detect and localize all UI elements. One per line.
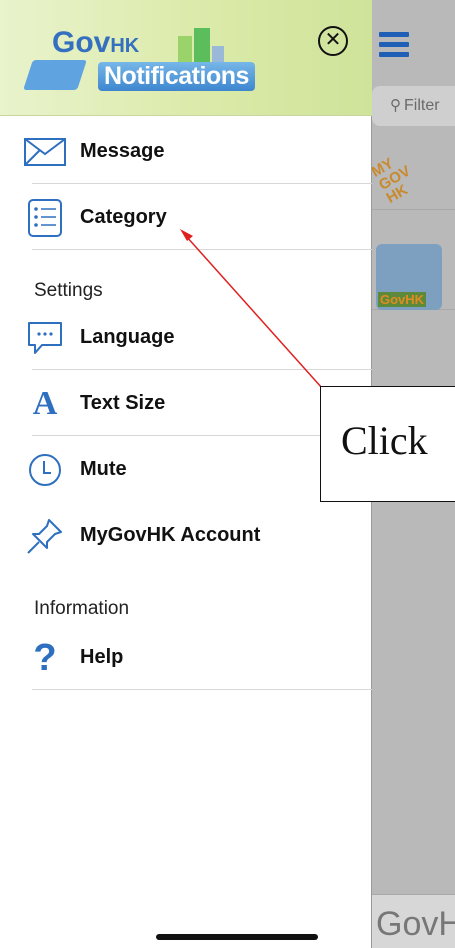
- search-icon: ⚲: [390, 97, 401, 114]
- hamburger-menu-icon[interactable]: [379, 32, 409, 57]
- menu-label-language: Language: [80, 326, 175, 348]
- help-question-icon: ?: [33, 636, 57, 679]
- menu-label-text-size: Text Size: [80, 392, 166, 414]
- envelope-icon: [24, 132, 66, 172]
- menu-item-mygovhk-account[interactable]: MyGovHK Account: [24, 502, 372, 568]
- annotation-callout: Click: [320, 386, 455, 502]
- menu-label-message: Message: [80, 140, 165, 162]
- text-size-icon: A: [32, 385, 58, 422]
- section-title-information: Information: [34, 598, 130, 619]
- divider: [32, 249, 372, 250]
- clock-icon: [24, 450, 66, 490]
- filter-search-input[interactable]: ⚲ Filter: [372, 86, 455, 126]
- menu-label-category: Category: [80, 206, 167, 228]
- list-item[interactable]: MY GOV HK: [369, 140, 455, 210]
- home-indicator: [156, 934, 318, 940]
- envelope-icon: [23, 60, 87, 90]
- logo-text: GovHK: [52, 26, 140, 59]
- pushpin-icon: [24, 516, 66, 556]
- section-title-settings: Settings: [34, 280, 103, 301]
- menu-item-message[interactable]: Message: [24, 118, 372, 184]
- drawer-header: GovHK Notifications ✕: [0, 0, 372, 116]
- govhk-notifications-logo: GovHK Notifications: [23, 26, 258, 104]
- list-icon: [24, 198, 66, 238]
- speech-bubble-icon: [24, 318, 66, 358]
- govhk-logo-icon: GovHK: [376, 244, 442, 310]
- bottom-banner: GovHK: [372, 894, 455, 948]
- list-item[interactable]: GovHK: [372, 240, 455, 310]
- logo-notifications-text: Notifications: [98, 62, 255, 91]
- navigation-drawer: GovHK Notifications ✕ Message Category S…: [0, 0, 372, 948]
- menu-item-language[interactable]: Language: [24, 304, 372, 370]
- menu-item-help[interactable]: ? Help: [24, 624, 372, 690]
- divider: [32, 689, 372, 690]
- menu-label-mute: Mute: [80, 458, 127, 480]
- annotation-text: Click: [341, 418, 428, 463]
- menu-label-account: MyGovHK Account: [80, 524, 261, 546]
- mygovhk-logo-icon: MY GOV HK: [368, 154, 414, 207]
- close-drawer-button[interactable]: ✕: [318, 26, 348, 56]
- menu-item-category[interactable]: Category: [24, 184, 372, 250]
- menu-label-help: Help: [80, 646, 124, 668]
